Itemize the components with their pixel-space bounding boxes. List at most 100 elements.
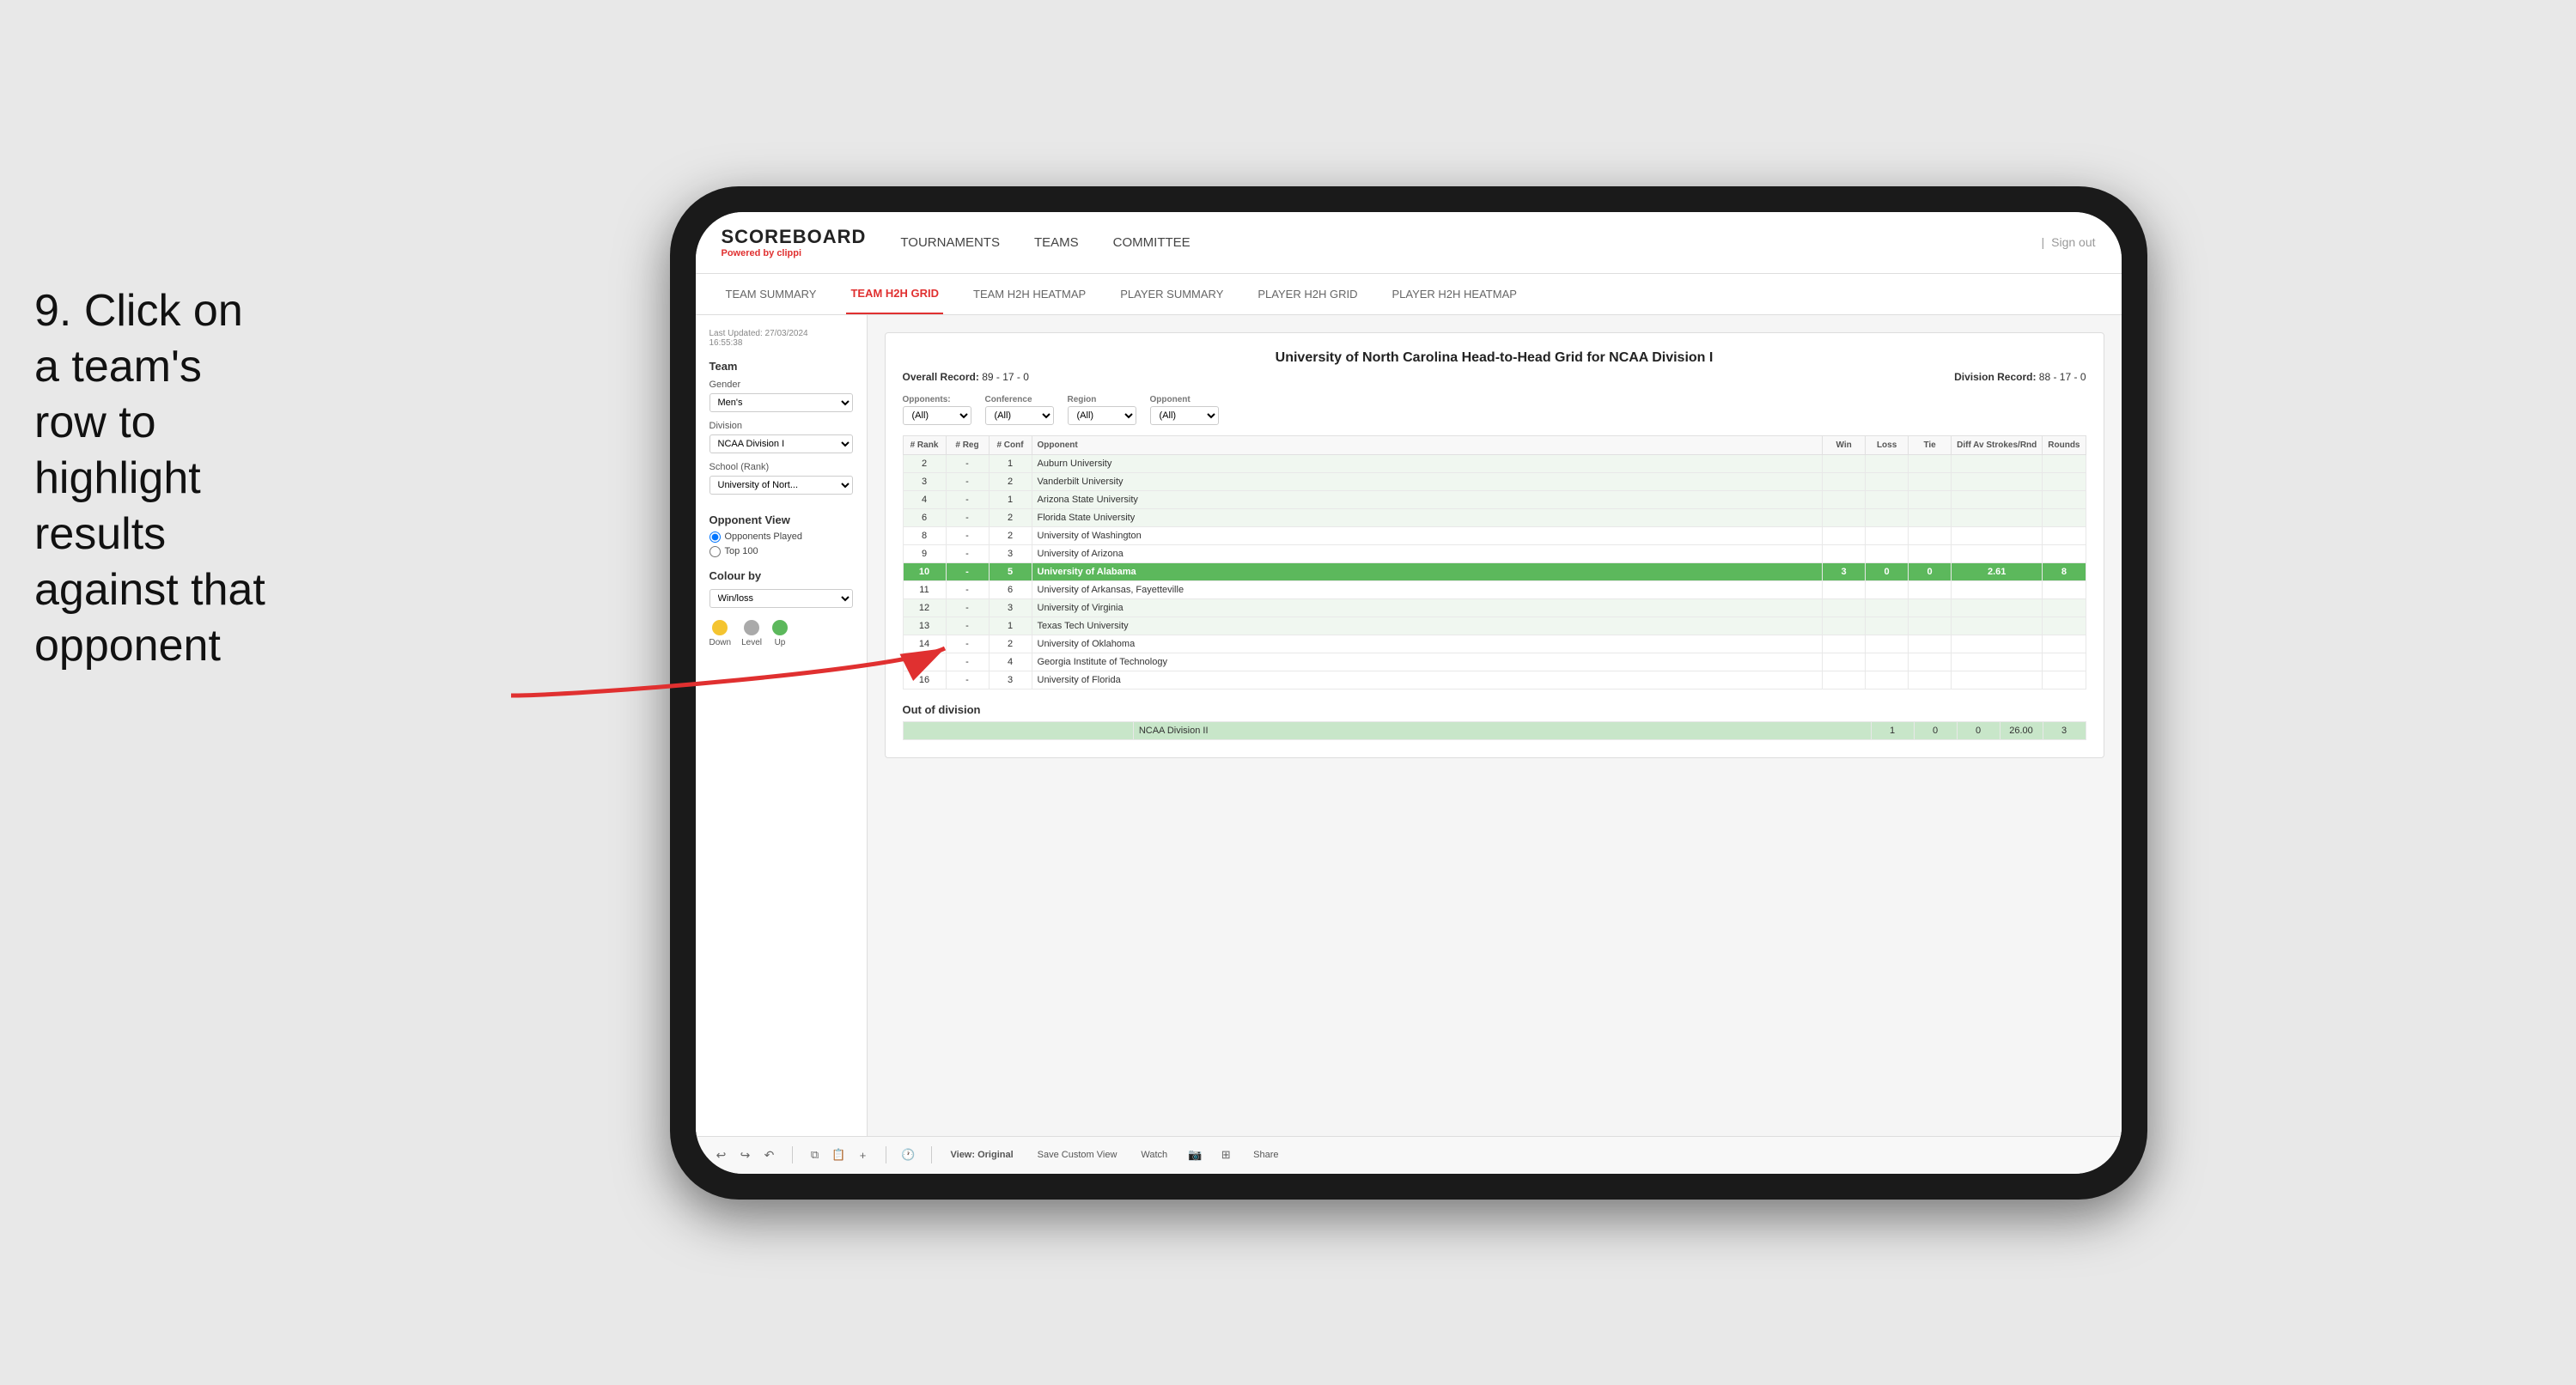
reg-cell: - [946,526,989,544]
tablet-screen: SCOREBOARD Powered by clippi TOURNAMENTS… [696,212,2122,1174]
filter-row: Opponents: (All) Conference (All) [903,395,2086,425]
save-custom-view-btn[interactable]: Save Custom View [1032,1147,1123,1163]
watch-btn[interactable]: Watch [1136,1147,1172,1163]
bottom-toolbar: ↩ ↪ ↶ ⧉ 📋 + 🕐 View: Original Save Custom… [696,1136,2122,1174]
region-filter-select[interactable]: (All) [1068,406,1136,425]
nav-teams[interactable]: TEAMS [1034,231,1079,254]
opponent-cell: University of Arkansas, Fayetteville [1032,580,1823,598]
out-of-division-section: Out of division NCAA Division II 1 0 0 [903,703,2086,740]
last-updated: Last Updated: 27/03/2024 16:55:38 [709,329,853,348]
reg-cell: - [946,635,989,653]
table-row[interactable]: 14-2University of Oklahoma [903,635,2086,653]
table-row[interactable]: 11-6University of Arkansas, Fayetteville [903,580,2086,598]
division-select[interactable]: NCAA Division I [709,434,853,453]
col-rank: # Rank [903,435,946,454]
top-100-option[interactable]: Top 100 [709,546,853,557]
back-icon[interactable]: ↶ [761,1146,778,1163]
sub-nav-player-h2h-grid[interactable]: PLAYER H2H GRID [1253,274,1361,314]
paste-icon[interactable]: 📋 [831,1146,848,1163]
opponents-filter-select[interactable]: (All) [903,406,971,425]
sub-nav-player-h2h-heatmap[interactable]: PLAYER H2H HEATMAP [1387,274,1520,314]
reg-cell: - [946,454,989,472]
col-tie: Tie [1909,435,1952,454]
win-cell [1823,472,1866,490]
division-row[interactable]: NCAA Division II 1 0 0 26.00 3 [903,721,2086,739]
table-row[interactable]: 10-5University of Alabama3002.618 [903,562,2086,580]
rank-cell: 10 [903,562,946,580]
conf-cell: 3 [989,671,1032,689]
reg-cell: - [946,671,989,689]
win-cell [1823,508,1866,526]
col-rounds: Rounds [2043,435,2086,454]
table-row[interactable]: 8-2University of Washington [903,526,2086,544]
sub-nav-team-h2h-grid[interactable]: TEAM H2H GRID [846,274,943,314]
tie-cell: 0 [1909,562,1952,580]
col-loss: Loss [1866,435,1909,454]
share-btn[interactable]: Share [1248,1147,1283,1163]
win-cell [1823,635,1866,653]
sub-nav-player-summary[interactable]: PLAYER SUMMARY [1116,274,1227,314]
rank-cell: 16 [903,671,946,689]
tie-cell [1909,472,1952,490]
division-tie-cell: 0 [1957,721,2000,739]
undo-icon[interactable]: ↩ [713,1146,730,1163]
sub-nav-team-h2h-heatmap[interactable]: TEAM H2H HEATMAP [969,274,1090,314]
rank-cell: 3 [903,472,946,490]
diff-cell [1952,635,2043,653]
opponents-played-option[interactable]: Opponents Played [709,532,853,543]
nav-tournaments[interactable]: TOURNAMENTS [900,231,1000,254]
table-row[interactable]: 2-1Auburn University [903,454,2086,472]
sub-nav-team-summary[interactable]: TEAM SUMMARY [722,274,821,314]
table-row[interactable]: 3-2Vanderbilt University [903,472,2086,490]
division-record: Division Record: 88 - 17 - 0 [1954,371,2086,383]
sign-out-link[interactable]: Sign out [2051,235,2095,249]
table-row[interactable]: 4-1Arizona State University [903,490,2086,508]
table-row[interactable]: 6-2Florida State University [903,508,2086,526]
opponent-cell: University of Alabama [1032,562,1823,580]
diff-cell [1952,617,2043,635]
main-content: Last Updated: 27/03/2024 16:55:38 Team G… [696,315,2122,1136]
clock-icon[interactable]: 🕐 [900,1146,917,1163]
redo-icon[interactable]: ↪ [737,1146,754,1163]
sub-nav: TEAM SUMMARY TEAM H2H GRID TEAM H2H HEAT… [696,274,2122,315]
conf-cell: 3 [989,598,1032,617]
copy-icon[interactable]: ⧉ [807,1146,824,1163]
camera-icon[interactable]: 📷 [1186,1146,1203,1163]
rank-cell: 8 [903,526,946,544]
table-row[interactable]: 13-1Texas Tech University [903,617,2086,635]
out-of-division-table: NCAA Division II 1 0 0 26.00 3 [903,721,2086,740]
colour-legend: Down Level Up [709,620,853,647]
diff-cell: 2.61 [1952,562,2043,580]
table-row[interactable]: 15-4Georgia Institute of Technology [903,653,2086,671]
rounds-cell [2043,580,2086,598]
conf-cell: 2 [989,508,1032,526]
grid-icon[interactable]: ⊞ [1217,1146,1234,1163]
win-cell [1823,598,1866,617]
table-row[interactable]: 9-3University of Arizona [903,544,2086,562]
opponent-cell: University of Oklahoma [1032,635,1823,653]
opponent-cell: University of Florida [1032,671,1823,689]
opponent-filter-select[interactable]: (All) [1150,406,1219,425]
conf-cell: 3 [989,544,1032,562]
reg-cell: - [946,490,989,508]
gender-select[interactable]: Men's [709,393,853,412]
loss-cell [1866,635,1909,653]
out-of-division-title: Out of division [903,703,2086,716]
division-rounds-cell: 3 [2043,721,2086,739]
win-cell [1823,671,1866,689]
add-icon[interactable]: + [855,1146,872,1163]
opponent-cell: Georgia Institute of Technology [1032,653,1823,671]
table-row[interactable]: 16-3University of Florida [903,671,2086,689]
conference-filter-select[interactable]: (All) [985,406,1054,425]
toolbar-action-icons: ⧉ 📋 + [807,1146,872,1163]
table-row[interactable]: 12-3University of Virginia [903,598,2086,617]
opponent-filter: Opponent (All) [1150,395,1219,425]
colour-by-select[interactable]: Win/loss [709,589,853,608]
view-original-btn[interactable]: View: Original [946,1147,1019,1163]
nav-committee[interactable]: COMMITTEE [1113,231,1191,254]
conf-cell: 5 [989,562,1032,580]
conf-cell: 4 [989,653,1032,671]
school-select[interactable]: University of Nort... [709,476,853,495]
logo-scoreboard: SCOREBOARD [722,226,867,248]
loss-cell [1866,454,1909,472]
